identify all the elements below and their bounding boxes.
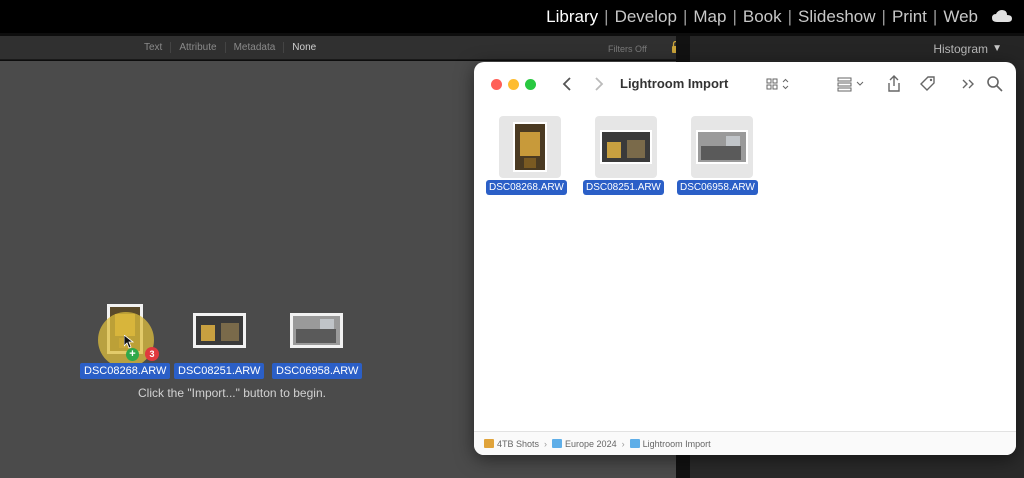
drag-thumbnail-landscape (290, 313, 343, 348)
module-library[interactable]: Library (540, 7, 604, 27)
path-item-label: 4TB Shots (497, 438, 540, 449)
path-item-label: Lightroom Import (642, 438, 711, 449)
minimize-window-button[interactable] (508, 79, 519, 90)
forward-chevron-icon[interactable] (588, 74, 608, 94)
group-by-icon[interactable] (836, 74, 868, 94)
file-name-label[interactable]: DSC08268.ARW (486, 180, 567, 195)
module-map[interactable]: Map (687, 7, 732, 27)
finder-toolbar: Lightroom Import (474, 62, 1016, 106)
histogram-header[interactable]: Histogram ▼ (690, 36, 1024, 60)
cursor-arrow-icon (124, 335, 134, 349)
drive-icon (484, 439, 494, 448)
back-chevron-icon[interactable] (558, 74, 578, 94)
thumbnail-landscape (696, 130, 748, 164)
filter-text[interactable]: Text (136, 42, 172, 53)
collapse-triangle-icon[interactable]: ▼ (992, 43, 1002, 54)
path-item-label: Europe 2024 (565, 438, 617, 449)
filter-attribute[interactable]: Attribute (171, 42, 226, 53)
path-separator: › (621, 438, 625, 449)
path-bar: 4TB Shots › Europe 2024 › Lightroom Impo… (474, 431, 1016, 455)
module-picker-bar: Library | Develop | Map | Book | Slidesh… (0, 0, 1024, 33)
filters-off-dropdown[interactable]: Filters Off (608, 44, 647, 54)
file-icon[interactable] (595, 116, 657, 178)
histogram-label: Histogram (933, 42, 988, 56)
thumbnail-portrait (513, 122, 547, 172)
path-item-folder[interactable]: Europe 2024 (552, 439, 617, 449)
close-window-button[interactable] (491, 79, 502, 90)
share-icon[interactable] (884, 74, 904, 94)
module-book[interactable]: Book (737, 7, 788, 27)
filter-none[interactable]: None (284, 42, 324, 53)
module-web[interactable]: Web (937, 7, 984, 27)
search-icon[interactable] (985, 74, 1005, 94)
zoom-window-button[interactable] (525, 79, 536, 90)
finder-window[interactable]: Lightroom Import DSC08268.ARW DSC08251.A… (474, 62, 1016, 455)
file-name-label[interactable]: DSC06958.ARW (677, 180, 758, 195)
module-list: Library | Develop | Map | Book | Slidesh… (540, 7, 984, 27)
more-toolbar-items-icon[interactable] (958, 74, 978, 94)
thumbnail-landscape (600, 130, 652, 164)
module-slideshow[interactable]: Slideshow (792, 7, 882, 27)
folder-icon (629, 439, 640, 448)
module-develop[interactable]: Develop (609, 7, 683, 27)
drag-thumbnail-landscape (193, 313, 246, 348)
import-hint-text: Click the "Import..." button to begin. (138, 386, 326, 400)
drag-file-label: DSC08268.ARW (80, 363, 171, 379)
view-icons-icon[interactable] (765, 74, 795, 94)
folder-icon (552, 439, 563, 448)
path-item-drive[interactable]: 4TB Shots (484, 439, 539, 449)
drag-file-label: DSC08251.ARW (174, 363, 265, 379)
tag-icon[interactable] (918, 74, 938, 94)
cloud-icon[interactable] (992, 10, 1012, 22)
library-filter-bar: Text Attribute Metadata None Filters Off (0, 36, 686, 60)
file-name-label[interactable]: DSC08251.ARW (583, 180, 664, 195)
filter-metadata[interactable]: Metadata (226, 42, 285, 53)
drag-count-badge: 3 (145, 347, 159, 361)
drag-file-label: DSC06958.ARW (272, 363, 363, 379)
screen: Library | Develop | Map | Book | Slidesh… (0, 0, 1024, 478)
copy-plus-badge: + (126, 348, 139, 361)
finder-title: Lightroom Import (620, 76, 729, 91)
file-icon[interactable] (499, 116, 561, 178)
path-separator: › (544, 438, 548, 449)
file-icon[interactable] (691, 116, 753, 178)
path-item-folder[interactable]: Lightroom Import (629, 438, 711, 449)
filter-options: Text Attribute Metadata None (136, 42, 324, 53)
module-print[interactable]: Print (886, 7, 933, 27)
